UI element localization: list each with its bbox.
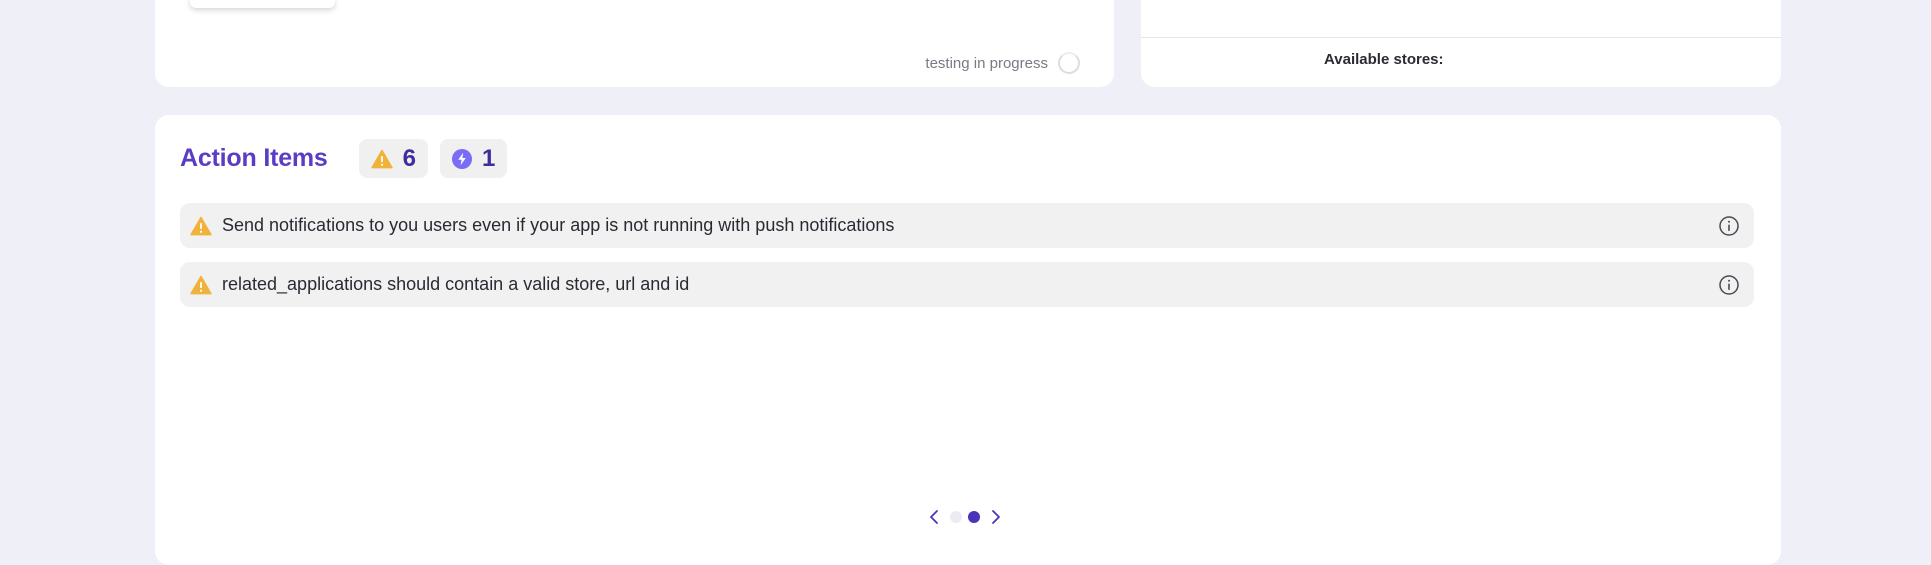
pager-dot-2[interactable] [968, 511, 980, 523]
chevron-right-icon[interactable] [986, 507, 1006, 527]
warning-icon [370, 149, 393, 168]
action-items-title: Action Items [180, 144, 328, 172]
chevron-left-icon[interactable] [924, 507, 944, 527]
warning-icon [190, 275, 212, 294]
stores-card: Available stores: [1141, 0, 1781, 87]
features-count-chip[interactable]: 1 [439, 139, 508, 178]
loading-spinner-icon [1058, 52, 1080, 74]
dropdown-panel [190, 0, 335, 8]
warning-icon [190, 216, 212, 235]
testing-card: testing in progress [155, 0, 1114, 87]
action-item-text: related_applications should contain a va… [222, 274, 690, 294]
warnings-count: 6 [402, 144, 416, 172]
warnings-count-chip[interactable]: 6 [358, 139, 428, 178]
features-count: 1 [481, 144, 496, 172]
info-icon[interactable] [1718, 274, 1740, 296]
testing-status-text: testing in progress [925, 54, 1048, 72]
action-items-card: Action Items 6 1 Send notifications to y… [155, 115, 1781, 565]
action-items-list: Send notifications to you users even if … [180, 203, 1754, 321]
testing-status: testing in progress [925, 52, 1080, 74]
pager-dot-1[interactable] [950, 511, 962, 523]
action-item-text: Send notifications to you users even if … [222, 215, 895, 235]
available-stores-label: Available stores: [1324, 51, 1444, 68]
action-item[interactable]: Send notifications to you users even if … [180, 203, 1754, 248]
lightning-icon [451, 148, 472, 169]
action-item[interactable]: related_applications should contain a va… [180, 262, 1754, 307]
stores-divider [1141, 37, 1781, 38]
info-icon[interactable] [1718, 215, 1740, 237]
action-items-header: Action Items 6 1 [180, 139, 508, 178]
carousel-pager [924, 507, 1006, 527]
